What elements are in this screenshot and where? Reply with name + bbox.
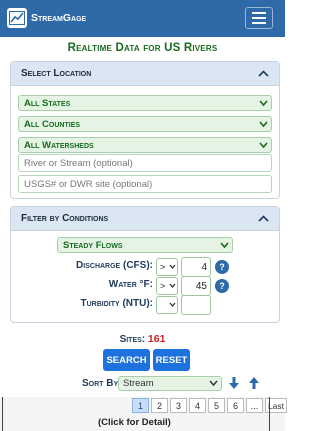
water-temp-operator-value: >	[160, 281, 166, 291]
sort-descending-icon[interactable]	[228, 376, 240, 390]
page-button[interactable]: 1	[132, 398, 149, 413]
watershed-select[interactable]: All Watersheds	[18, 137, 272, 153]
river-input[interactable]: River or Stream (optional)	[18, 154, 272, 172]
page-button[interactable]: 6	[227, 398, 244, 413]
discharge-value-input[interactable]: 4	[181, 257, 211, 277]
detail-hint: (Click for Detail)	[98, 417, 171, 428]
location-panel: Select Location All States All Counties …	[10, 61, 280, 199]
page-title: Realtime Data for US Rivers	[67, 42, 218, 54]
chevron-down-icon	[259, 100, 268, 107]
chevron-down-icon	[259, 142, 268, 149]
conditions-panel-title: Filter by Conditions	[21, 213, 109, 224]
county-select-value: All Counties	[24, 118, 81, 130]
table-border	[269, 397, 270, 431]
brand-name: StreamGage	[31, 12, 87, 24]
sort-select[interactable]: Stream	[118, 376, 222, 391]
state-select-value: All States	[24, 97, 71, 109]
chart-logo-icon	[7, 8, 27, 28]
sort-select-value: Stream	[123, 378, 154, 389]
results-table: 1 2 3 4 5 6 ... Last (Click for Detail)	[0, 397, 287, 431]
location-panel-title: Select Location	[21, 68, 92, 79]
hamburger-icon[interactable]	[245, 7, 273, 29]
sort-ascending-icon[interactable]	[248, 376, 260, 390]
chevron-down-icon	[169, 264, 176, 270]
table-border	[2, 397, 3, 431]
chevron-down-icon	[209, 380, 218, 387]
conditions-panel-header[interactable]: Filter by Conditions	[11, 207, 279, 231]
turbidity-label: Turbidity (NTU):	[80, 298, 153, 309]
turbidity-value-input[interactable]	[181, 295, 211, 315]
reset-button[interactable]: RESET	[153, 349, 190, 371]
county-select[interactable]: All Counties	[18, 116, 272, 132]
chevron-down-icon	[220, 242, 229, 249]
conditions-panel: Filter by Conditions Steady Flows Discha…	[10, 206, 280, 323]
chevron-up-icon[interactable]	[258, 70, 269, 77]
brand-link[interactable]: StreamGage	[7, 8, 86, 28]
page-button[interactable]: 4	[189, 398, 206, 413]
water-temp-row: Water °F: > 45 ?	[11, 276, 281, 296]
flow-type-select[interactable]: Steady Flows	[57, 237, 233, 253]
discharge-operator-value: >	[160, 262, 166, 272]
state-select[interactable]: All States	[18, 95, 272, 111]
navbar: StreamGage	[0, 0, 285, 37]
watershed-select-value: All Watersheds	[24, 139, 94, 151]
page-ellipsis-button[interactable]: ...	[246, 398, 263, 413]
chevron-down-icon	[169, 302, 176, 308]
sort-label: Sort By:	[82, 378, 122, 389]
water-temp-label: Water °F:	[108, 279, 153, 290]
sites-label: Sites:	[119, 334, 146, 345]
page-button[interactable]: 2	[151, 398, 168, 413]
flow-type-value: Steady Flows	[63, 239, 123, 251]
turbidity-row: Turbidity (NTU):	[11, 295, 281, 315]
chevron-up-icon[interactable]	[258, 215, 269, 222]
page-button[interactable]: 5	[208, 398, 225, 413]
water-temp-operator-select[interactable]: >	[156, 277, 178, 295]
page-button[interactable]: 3	[170, 398, 187, 413]
discharge-label: Discharge (CFS):	[76, 260, 153, 271]
help-icon[interactable]: ?	[215, 260, 229, 274]
discharge-operator-select[interactable]: >	[156, 258, 178, 276]
water-temp-value-input[interactable]: 45	[181, 276, 211, 296]
site-input[interactable]: USGS# or DWR site (optional)	[18, 175, 272, 193]
sites-count-value: 161	[147, 333, 166, 345]
location-panel-header[interactable]: Select Location	[11, 62, 279, 86]
chevron-down-icon	[259, 121, 268, 128]
sites-count: Sites: 161	[0, 333, 285, 345]
search-button[interactable]: SEARCH	[103, 349, 150, 371]
discharge-row: Discharge (CFS): > 4 ?	[11, 257, 281, 277]
help-icon[interactable]: ?	[215, 279, 229, 293]
turbidity-operator-select[interactable]	[156, 296, 178, 314]
chevron-down-icon	[169, 283, 176, 289]
pagination: 1 2 3 4 5 6 ... Last	[132, 398, 287, 413]
